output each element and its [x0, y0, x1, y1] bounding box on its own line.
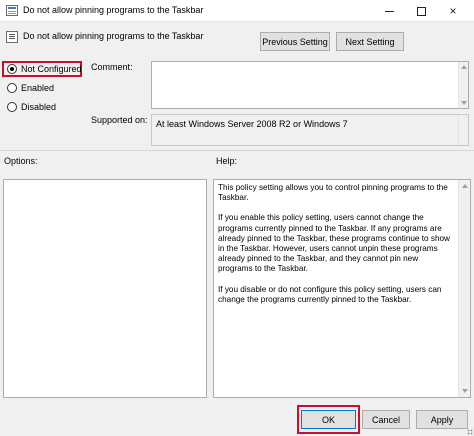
help-scrollbar[interactable]: [458, 180, 470, 397]
radio-not-configured[interactable]: Not Configured: [7, 64, 82, 74]
help-text: This policy setting allows you to contro…: [218, 183, 454, 315]
policy-icon: [6, 31, 18, 43]
help-paragraph: This policy setting allows you to contro…: [218, 183, 448, 203]
supported-scrollbar: [458, 115, 468, 145]
radio-enabled[interactable]: Enabled: [7, 83, 54, 93]
cancel-button[interactable]: Cancel: [362, 410, 410, 429]
comment-label: Comment:: [91, 62, 133, 72]
radio-label: Enabled: [21, 83, 55, 93]
scroll-up-icon[interactable]: [462, 184, 468, 188]
supported-on-label: Supported on:: [91, 115, 148, 125]
scroll-down-icon[interactable]: [461, 101, 467, 105]
title-bar: Do not allow pinning programs to the Tas…: [0, 0, 474, 22]
close-button[interactable]: ×: [438, 0, 468, 22]
supported-on-value: At least Windows Server 2008 R2 or Windo…: [156, 119, 348, 129]
options-pane: [3, 179, 207, 398]
radio-indicator[interactable]: [7, 83, 17, 93]
supported-on-field: At least Windows Server 2008 R2 or Windo…: [151, 114, 469, 146]
radio-indicator[interactable]: [7, 102, 17, 112]
divider: [0, 150, 474, 151]
comment-scrollbar[interactable]: [458, 62, 468, 108]
comment-field[interactable]: [151, 61, 469, 109]
scroll-down-icon[interactable]: [462, 389, 468, 393]
scroll-up-icon[interactable]: [461, 65, 467, 69]
resize-grip[interactable]: [467, 429, 473, 435]
maximize-button[interactable]: [406, 0, 436, 22]
next-setting-button[interactable]: Next Setting: [336, 32, 404, 51]
minimize-button[interactable]: [374, 0, 404, 22]
minimize-icon: [384, 10, 394, 12]
radio-label: Disabled: [21, 102, 57, 112]
help-paragraph: If you disable or do not configure this …: [218, 284, 442, 304]
radio-disabled[interactable]: Disabled: [7, 102, 56, 112]
ok-button[interactable]: OK: [301, 410, 356, 429]
maximize-icon: [416, 6, 426, 16]
close-icon: ×: [449, 4, 457, 18]
previous-setting-button[interactable]: Previous Setting: [260, 32, 330, 51]
options-label: Options:: [4, 156, 38, 166]
help-paragraph: If you enable this policy setting, users…: [218, 213, 450, 274]
policy-window-icon: [6, 5, 18, 16]
window-title: Do not allow pinning programs to the Tas…: [23, 5, 204, 15]
radio-indicator-selected[interactable]: [7, 64, 17, 74]
help-pane[interactable]: This policy setting allows you to contro…: [213, 179, 471, 398]
help-label: Help:: [216, 156, 238, 166]
policy-title: Do not allow pinning programs to the Tas…: [23, 31, 204, 41]
apply-button[interactable]: Apply: [416, 410, 468, 429]
radio-label: Not Configured: [21, 64, 82, 74]
